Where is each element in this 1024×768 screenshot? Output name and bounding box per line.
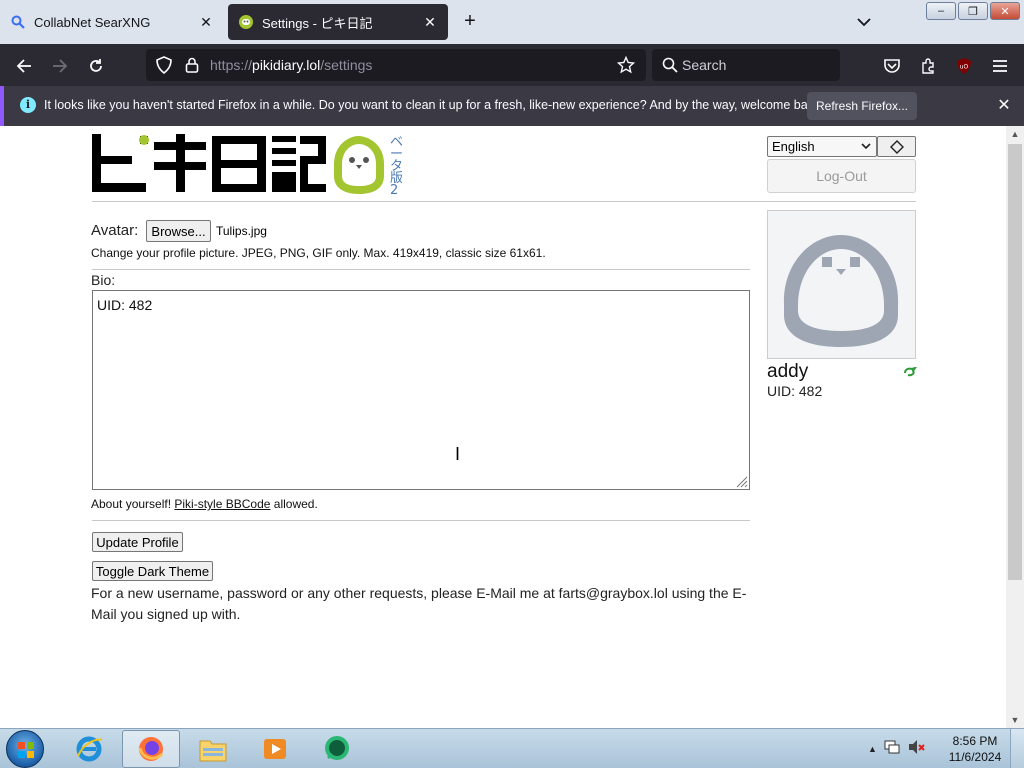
maximize-button[interactable]: ❐ <box>958 2 988 20</box>
bio-help-text: About yourself! Piki-style BBCode allowe… <box>91 497 318 511</box>
url-text[interactable]: https://pikidiary.lol/settings <box>210 57 372 73</box>
language-selected: English <box>772 139 815 154</box>
header-divider <box>92 201 916 202</box>
list-all-tabs-icon[interactable] <box>852 10 876 34</box>
show-hidden-icons-icon[interactable]: ▲ <box>868 744 877 754</box>
back-icon[interactable] <box>10 52 38 80</box>
chevron-down-icon <box>860 137 872 161</box>
avatar-help-text: Change your profile picture. JPEG, PNG, … <box>91 246 546 260</box>
beta-char: 2 <box>390 183 398 196</box>
tab-title: Settings - ピキ日記 <box>262 15 373 31</box>
logout-button[interactable]: Log-Out <box>767 159 916 193</box>
start-button[interactable] <box>6 730 44 768</box>
browse-button[interactable]: Browse... <box>146 220 211 242</box>
bbcode-link[interactable]: Piki-style BBCode <box>174 497 270 511</box>
language-select[interactable]: English <box>767 136 877 157</box>
update-profile-button[interactable]: Update Profile <box>92 532 183 552</box>
piki-favicon-icon <box>238 14 254 30</box>
selected-file-name: Tulips.jpg <box>216 224 267 238</box>
info-icon: i <box>20 97 36 113</box>
close-tab-icon[interactable]: ✕ <box>198 14 214 30</box>
network-icon[interactable] <box>883 739 901 760</box>
pocket-icon[interactable] <box>878 52 906 80</box>
reload-icon[interactable] <box>82 52 110 80</box>
system-tray: ▲ <box>868 735 938 763</box>
site-logo[interactable]: ベ ー タ 版 2 <box>92 134 403 198</box>
tab-title: CollabNet SearXNG <box>34 14 151 30</box>
firefox-icon[interactable] <box>122 730 180 768</box>
page-scrollbar[interactable]: ▲ ▼ <box>1006 126 1024 728</box>
file-explorer-icon[interactable] <box>184 730 242 768</box>
windows-taskbar: ▲ 8:56 PM 11/6/2024 <box>0 728 1024 768</box>
search-icon <box>10 14 26 30</box>
contact-info-text: For a new username, password or any othe… <box>91 585 747 622</box>
tab-bar: CollabNet SearXNG ✕ Settings - ピキ日記 ✕ + … <box>0 0 1024 44</box>
clock-date: 11/6/2024 <box>948 750 1002 764</box>
tab-searxng[interactable]: CollabNet SearXNG ✕ <box>0 4 224 40</box>
diamond-icon <box>889 139 904 154</box>
search-placeholder: Search <box>682 57 727 73</box>
url-bar[interactable]: https://pikidiary.lol/settings <box>146 49 646 81</box>
search-icon <box>660 55 680 75</box>
volume-muted-icon[interactable] <box>907 739 925 760</box>
scroll-up-icon[interactable]: ▲ <box>1006 126 1024 142</box>
refresh-firefox-notification: i It looks like you haven't started Fire… <box>0 86 1024 126</box>
show-desktop-button[interactable] <box>1010 729 1024 768</box>
profile-uid: UID: 482 <box>767 383 823 399</box>
svg-text:uO: uO <box>960 64 969 71</box>
ublock-origin-icon[interactable]: uO <box>950 52 978 80</box>
close-window-button[interactable]: ✕ <box>990 2 1020 20</box>
taskbar-clock[interactable]: 8:56 PM 11/6/2024 <box>944 733 1006 765</box>
minimize-button[interactable]: ‒ <box>926 2 956 20</box>
bio-value: UID: 482 <box>97 297 153 313</box>
internet-explorer-icon[interactable] <box>60 730 118 768</box>
forward-icon[interactable] <box>46 52 74 80</box>
avatar <box>767 210 916 359</box>
clock-time: 8:56 PM <box>952 734 998 748</box>
scroll-thumb[interactable] <box>1008 144 1022 580</box>
menu-icon[interactable] <box>986 52 1014 80</box>
bio-label: Bio: <box>91 272 116 288</box>
tab-settings[interactable]: Settings - ピキ日記 ✕ <box>228 4 448 40</box>
close-tab-icon[interactable]: ✕ <box>422 14 438 30</box>
lock-icon[interactable] <box>182 55 202 75</box>
avatar-label: Avatar: <box>91 222 139 239</box>
theme-diamond-button[interactable] <box>877 136 916 157</box>
refresh-firefox-button[interactable]: Refresh Firefox... <box>807 92 917 120</box>
online-status-icon <box>903 364 918 377</box>
new-tab-button[interactable]: + <box>458 10 482 34</box>
profile-username: addy <box>767 361 809 382</box>
bio-textarea[interactable]: UID: 482 <box>92 290 750 490</box>
media-player-icon[interactable] <box>246 730 304 768</box>
extensions-icon[interactable] <box>914 52 942 80</box>
scroll-down-icon[interactable]: ▼ <box>1006 712 1024 728</box>
toggle-dark-theme-button[interactable]: Toggle Dark Theme <box>92 561 213 581</box>
resize-handle-icon[interactable] <box>734 474 748 488</box>
chat-app-icon[interactable] <box>308 730 366 768</box>
bio-divider <box>92 520 750 521</box>
avatar-divider <box>92 269 750 270</box>
bookmark-star-icon[interactable] <box>616 55 636 75</box>
text-cursor-icon: I <box>455 444 461 464</box>
notification-message: It looks like you haven't started Firefo… <box>44 98 824 112</box>
page-content: ベ ー タ 版 2 English Log-Out Avatar: Browse… <box>0 126 1006 728</box>
navigation-toolbar: https://pikidiary.lol/settings Search uO <box>0 44 1024 86</box>
close-notification-icon[interactable]: ✕ <box>994 96 1014 116</box>
tracking-protection-shield-icon[interactable] <box>154 55 174 75</box>
search-bar[interactable]: Search <box>652 49 840 81</box>
